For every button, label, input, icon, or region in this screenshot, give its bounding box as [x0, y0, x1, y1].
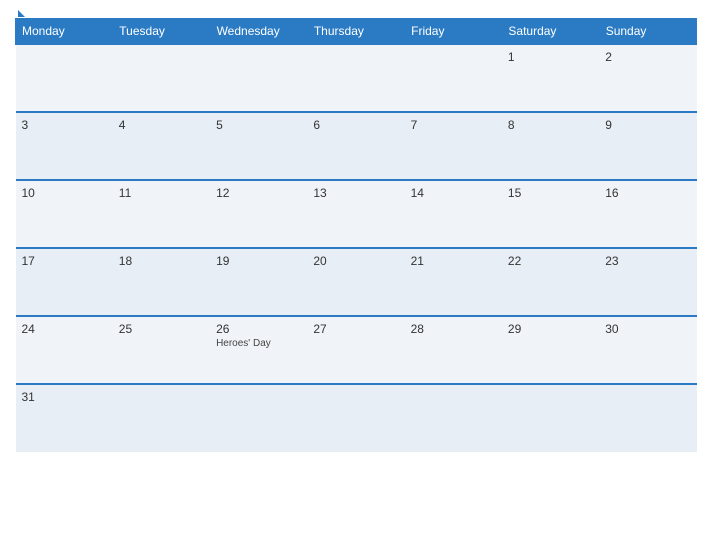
day-number: 16: [605, 186, 690, 200]
day-number: 17: [22, 254, 107, 268]
day-cell: 10: [16, 180, 113, 248]
week-row-2: 3456789: [16, 112, 697, 180]
day-number: 28: [411, 322, 496, 336]
week-row-4: 17 18 19 20 21 22 23: [16, 248, 697, 316]
day-cell: 12: [210, 180, 307, 248]
day-cell: 23: [599, 248, 696, 316]
day-cell: 26 Heroes' Day: [210, 316, 307, 384]
day-cell: 5: [210, 112, 307, 180]
day-number: 14: [411, 186, 496, 200]
day-cell: 2: [599, 44, 696, 112]
day-cell: 8: [502, 112, 599, 180]
day-cell: 9: [599, 112, 696, 180]
weekday-header-saturday: Saturday: [502, 19, 599, 45]
day-cell: [210, 384, 307, 452]
day-cell: 7: [405, 112, 502, 180]
day-event: Heroes' Day: [216, 338, 301, 349]
calendar-grid: MondayTuesdayWednesdayThursdayFridaySatu…: [15, 18, 697, 452]
day-cell: 31: [16, 384, 113, 452]
week-row-5: 24 25 26 Heroes' Day 27 28 29 30: [16, 316, 697, 384]
day-number: 21: [411, 254, 496, 268]
day-cell: 4: [113, 112, 210, 180]
day-cell: [599, 384, 696, 452]
day-cell: 3: [16, 112, 113, 180]
weekday-header-friday: Friday: [405, 19, 502, 45]
day-number: 22: [508, 254, 593, 268]
weekday-header-monday: Monday: [16, 19, 113, 45]
day-cell: 28: [405, 316, 502, 384]
day-cell: 15: [502, 180, 599, 248]
day-number: 30: [605, 322, 690, 336]
day-cell: 20: [307, 248, 404, 316]
day-number: 27: [313, 322, 398, 336]
day-number: 10: [22, 186, 107, 200]
day-number: 6: [313, 118, 398, 132]
day-cell: [210, 44, 307, 112]
day-number: 19: [216, 254, 301, 268]
day-cell: 1: [502, 44, 599, 112]
day-number: 7: [411, 118, 496, 132]
week-row-6: 31: [16, 384, 697, 452]
day-cell: 22: [502, 248, 599, 316]
day-number: 2: [605, 50, 690, 64]
day-cell: 16: [599, 180, 696, 248]
day-number: 29: [508, 322, 593, 336]
day-number: 8: [508, 118, 593, 132]
day-cell: 18: [113, 248, 210, 316]
day-cell: [16, 44, 113, 112]
day-number: 31: [22, 390, 107, 404]
weekday-header-tuesday: Tuesday: [113, 19, 210, 45]
day-number: 13: [313, 186, 398, 200]
day-cell: 27: [307, 316, 404, 384]
day-number: 24: [22, 322, 107, 336]
day-number: 5: [216, 118, 301, 132]
day-number: 11: [119, 186, 204, 200]
day-number: 25: [119, 322, 204, 336]
day-cell: 11: [113, 180, 210, 248]
weekday-header-thursday: Thursday: [307, 19, 404, 45]
week-row-3: 10 11 12 13 14 15 16: [16, 180, 697, 248]
day-cell: 14: [405, 180, 502, 248]
day-cell: [307, 44, 404, 112]
day-number: 18: [119, 254, 204, 268]
day-number: 4: [119, 118, 204, 132]
calendar-container: MondayTuesdayWednesdayThursdayFridaySatu…: [0, 0, 712, 550]
day-number: 26: [216, 322, 301, 336]
day-cell: [113, 384, 210, 452]
logo-blue-row: [15, 10, 25, 18]
day-number: 20: [313, 254, 398, 268]
day-cell: [502, 384, 599, 452]
logo-triangle-icon: [18, 10, 25, 17]
week-row-1: 12: [16, 44, 697, 112]
day-cell: 19: [210, 248, 307, 316]
weekday-header-row: MondayTuesdayWednesdayThursdayFridaySatu…: [16, 19, 697, 45]
day-number: 1: [508, 50, 593, 64]
logo: [15, 10, 25, 18]
day-cell: [405, 44, 502, 112]
day-cell: 30: [599, 316, 696, 384]
day-cell: 29: [502, 316, 599, 384]
day-cell: 25: [113, 316, 210, 384]
day-cell: 13: [307, 180, 404, 248]
day-number: 3: [22, 118, 107, 132]
day-cell: 6: [307, 112, 404, 180]
day-number: 23: [605, 254, 690, 268]
day-cell: 17: [16, 248, 113, 316]
day-cell: [113, 44, 210, 112]
day-cell: 24: [16, 316, 113, 384]
day-cell: [307, 384, 404, 452]
day-number: 15: [508, 186, 593, 200]
day-number: 12: [216, 186, 301, 200]
weekday-header-wednesday: Wednesday: [210, 19, 307, 45]
day-cell: [405, 384, 502, 452]
day-number: 9: [605, 118, 690, 132]
weekday-header-sunday: Sunday: [599, 19, 696, 45]
day-cell: 21: [405, 248, 502, 316]
